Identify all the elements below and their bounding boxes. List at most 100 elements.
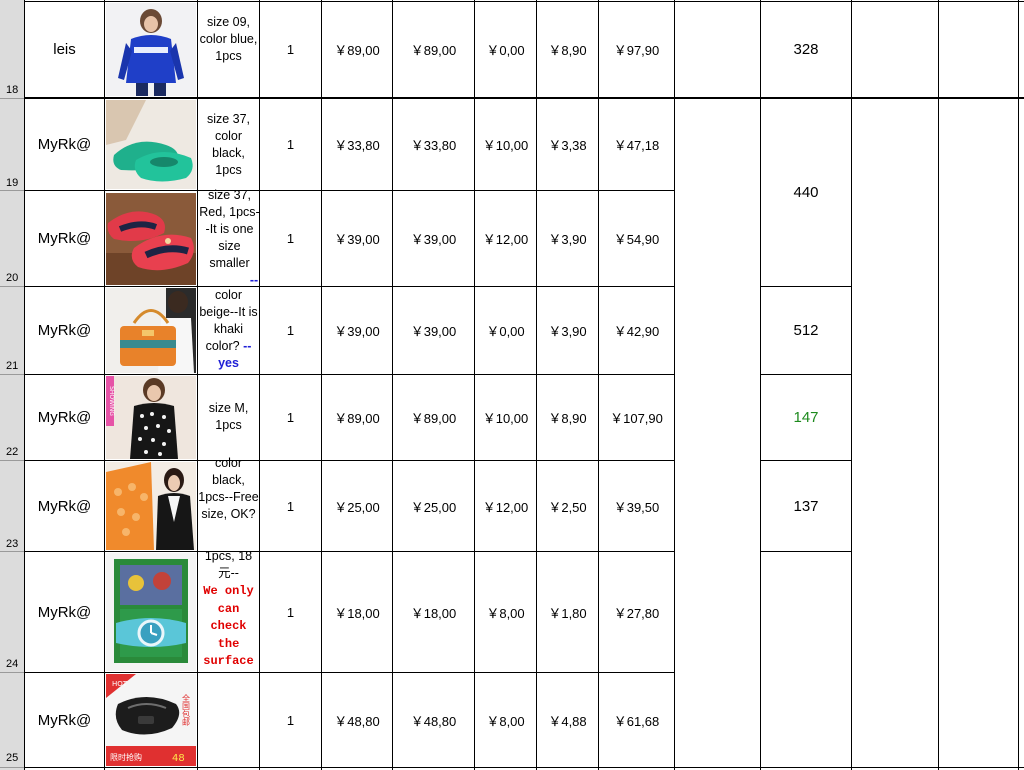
price-cell[interactable]: ￥89,00 <box>322 2 392 97</box>
buyer-cell[interactable]: MyRk@ <box>25 191 104 286</box>
buyer-cell[interactable]: MyRk@ <box>25 99 104 190</box>
product-photo-blue-sweater <box>106 3 196 96</box>
order-cell[interactable]: 512 <box>761 287 851 374</box>
description-cell[interactable]: size M, 1pcs <box>198 400 259 440</box>
buyer-cell[interactable]: MyRk@ <box>25 375 104 460</box>
qty-cell[interactable]: 1 <box>260 287 321 374</box>
row-number-22[interactable]: 22 <box>6 446 18 458</box>
row-header-gutter <box>0 0 25 770</box>
subtotal-cell[interactable]: ￥39,00 <box>393 287 474 374</box>
shipping-cell[interactable]: ￥12,00 <box>475 191 536 286</box>
shipping-cell[interactable]: ￥8,00 <box>475 552 536 672</box>
promo-label-text: 限时抢购 <box>110 752 142 762</box>
row-number-23[interactable]: 23 <box>6 538 18 550</box>
promo-side-text: 全国包邮 <box>182 693 191 727</box>
buyer-cell[interactable]: MyRk@ <box>25 673 104 767</box>
fee-cell[interactable]: ￥3,90 <box>537 287 598 374</box>
fee-cell[interactable]: ￥2,50 <box>537 461 598 551</box>
order-cell[interactable]: 147 <box>761 375 851 460</box>
price-cell[interactable]: ￥33,80 <box>322 99 392 190</box>
subtotal-cell[interactable]: ￥48,80 <box>393 673 474 767</box>
subtotal-cell[interactable]: ￥89,00 <box>393 375 474 460</box>
shipping-cell[interactable]: ￥10,00 <box>475 375 536 460</box>
description-text: size 37, Red, 1pcs--It is one size small… <box>199 188 260 270</box>
price-cell[interactable]: ￥18,00 <box>322 552 392 672</box>
qty-cell[interactable]: 1 <box>260 99 321 190</box>
product-photo-polka-dot-blouse: SHOWING <box>106 376 196 459</box>
shipping-cell[interactable]: ￥8,00 <box>475 673 536 767</box>
price-cell[interactable]: ￥48,80 <box>322 673 392 767</box>
fee-cell[interactable]: ￥4,88 <box>537 673 598 767</box>
price-cell[interactable]: ￥39,00 <box>322 191 392 286</box>
order-cell[interactable]: 328 <box>761 2 851 97</box>
fee-cell[interactable]: ￥1,80 <box>537 552 598 672</box>
fee-cell[interactable]: ￥8,90 <box>537 2 598 97</box>
row-number-21[interactable]: 21 <box>6 360 18 372</box>
shipping-cell[interactable]: ￥10,00 <box>475 99 536 190</box>
qty-cell[interactable]: 1 <box>260 461 321 551</box>
order-cell[interactable]: 137 <box>761 461 851 551</box>
description-text: size M, 1pcs <box>208 401 249 432</box>
fee-cell[interactable]: ￥8,90 <box>537 375 598 460</box>
spreadsheet: 18 19 20 21 22 23 24 25 leis size 09, co… <box>0 0 1024 770</box>
description-note: We only can check the surface the <box>203 584 254 672</box>
promo-price-text: 48 <box>172 753 185 764</box>
row-number-20[interactable]: 20 <box>6 272 18 284</box>
description-cell[interactable]: color beige--It is khaki color? --yes <box>198 287 259 374</box>
qty-cell[interactable]: 1 <box>260 673 321 767</box>
row-number-25[interactable]: 25 <box>6 752 18 764</box>
shipping-cell[interactable]: ￥0,00 <box>475 2 536 97</box>
promo-hot-text: HOT <box>112 680 128 688</box>
buyer-cell[interactable]: MyRk@ <box>25 461 104 551</box>
row-number-18[interactable]: 18 <box>6 84 18 96</box>
subtotal-cell[interactable]: ￥18,00 <box>393 552 474 672</box>
description-note: -- <box>249 274 259 286</box>
total-cell[interactable]: ￥47,18 <box>599 99 674 190</box>
product-photo-car-key-drive: HOT 全国包邮 限时抢购 48 <box>106 674 196 766</box>
fee-cell[interactable]: ￥3,38 <box>537 99 598 190</box>
description-text: color black, 1pcs--Free size, OK? <box>198 456 259 521</box>
description-text: size 37, color black, 1pcs <box>206 112 251 177</box>
subtotal-cell[interactable]: ￥39,00 <box>393 191 474 286</box>
qty-cell[interactable]: 1 <box>260 191 321 286</box>
description-cell[interactable]: size 37, Red, 1pcs--It is one size small… <box>198 187 261 286</box>
product-photo-orange-handbag <box>106 288 196 373</box>
description-cell[interactable] <box>198 673 259 767</box>
buyer-cell[interactable]: leis <box>25 2 104 97</box>
qty-cell[interactable]: 1 <box>260 552 321 672</box>
total-cell[interactable]: ￥97,90 <box>599 2 674 97</box>
row-number-24[interactable]: 24 <box>6 658 18 670</box>
description-cell[interactable]: color black, 1pcs--Free size, OK? <box>198 455 259 551</box>
price-cell[interactable]: ￥89,00 <box>322 375 392 460</box>
subtotal-cell[interactable]: ￥33,80 <box>393 99 474 190</box>
description-cell[interactable]: size 09, color blue, 1pcs <box>198 14 259 94</box>
price-cell[interactable]: ￥25,00 <box>322 461 392 551</box>
product-photo-red-loafers <box>106 193 196 285</box>
fee-cell[interactable]: ￥3,90 <box>537 191 598 286</box>
qty-cell[interactable]: 1 <box>260 2 321 97</box>
total-cell[interactable]: ￥39,50 <box>599 461 674 551</box>
description-text: 1pcs, 18元-- <box>204 549 253 580</box>
buyer-cell[interactable]: MyRk@ <box>25 552 104 672</box>
total-cell[interactable]: ￥27,80 <box>599 552 674 672</box>
product-photo-kids-watch <box>106 553 196 671</box>
subtotal-cell[interactable]: ￥25,00 <box>393 461 474 551</box>
order-cell-merged[interactable]: 440 <box>761 99 851 286</box>
subtotal-cell[interactable]: ￥89,00 <box>393 2 474 97</box>
shipping-cell[interactable]: ￥12,00 <box>475 461 536 551</box>
price-cell[interactable]: ￥39,00 <box>322 287 392 374</box>
description-cell[interactable]: 1pcs, 18元-- We only can check the surfac… <box>198 548 259 672</box>
product-photo-lace-cardigan <box>106 462 196 550</box>
qty-cell[interactable]: 1 <box>260 375 321 460</box>
row-number-19[interactable]: 19 <box>6 177 18 189</box>
product-photo-green-loafers <box>106 100 196 189</box>
total-cell[interactable]: ￥54,90 <box>599 191 674 286</box>
shipping-cell[interactable]: ￥0,00 <box>475 287 536 374</box>
total-cell[interactable]: ￥42,90 <box>599 287 674 374</box>
buyer-cell[interactable]: MyRk@ <box>25 287 104 374</box>
brand-tag-text: SHOWING <box>108 386 115 416</box>
description-text: size 09, color blue, 1pcs <box>199 15 258 63</box>
total-cell[interactable]: ￥107,90 <box>599 375 674 460</box>
total-cell[interactable]: ￥61,68 <box>599 673 674 767</box>
description-cell[interactable]: size 37, color black, 1pcs <box>198 111 259 189</box>
